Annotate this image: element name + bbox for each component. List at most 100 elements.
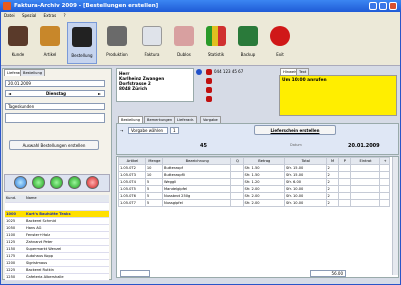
col-bezeichnung[interactable]: Bezeichnung bbox=[162, 157, 232, 165]
col-add[interactable]: + bbox=[379, 157, 390, 165]
cell-artikel: 1.05.0T2 bbox=[118, 164, 146, 172]
mobile-icon bbox=[206, 78, 212, 84]
menu-spezial[interactable]: Spezial bbox=[22, 13, 36, 18]
tool-exit[interactable]: Exit bbox=[265, 22, 295, 64]
tool-dublos[interactable]: Dublos bbox=[169, 22, 199, 64]
delete-record-icon[interactable] bbox=[86, 176, 99, 189]
phone-number: 044 123 45 67 bbox=[214, 69, 244, 74]
list-item-name: Kurt's Bauhütte Teaks bbox=[25, 210, 109, 218]
list-item[interactable]: 1150 Supermarkt Wenzel bbox=[5, 245, 109, 253]
list-item[interactable]: 1000 Kurt's Bauhütte Teaks bbox=[5, 210, 109, 218]
cell-total: Sfr. 10.00 bbox=[284, 185, 327, 193]
cell-menge: 10 bbox=[144, 171, 164, 179]
tool-backup[interactable]: Backup bbox=[233, 22, 263, 64]
menu-bar: Datei Spezial Extras ? bbox=[1, 12, 400, 20]
info-icon[interactable] bbox=[196, 69, 202, 75]
list-item[interactable]: 1050 Hans AG bbox=[5, 224, 109, 232]
order-grid: Artikel Menge Bezeichnung Q Betrag Total… bbox=[118, 157, 390, 207]
list-item[interactable]: 1225 Backerei Rutkin bbox=[5, 266, 109, 274]
cell-bezeichnung: Nussbrot 250g bbox=[162, 192, 232, 200]
tool-kunde[interactable]: Kunde bbox=[3, 22, 33, 64]
last-record-icon[interactable] bbox=[68, 176, 81, 189]
tab-vorgabe[interactable]: Vorgabe bbox=[200, 116, 221, 123]
weekday-field[interactable]: Dienstag bbox=[5, 90, 105, 97]
vorgabe-toggle[interactable]: Vorgabe wählen bbox=[128, 127, 168, 134]
close-button[interactable] bbox=[389, 2, 397, 10]
documents-icon bbox=[174, 26, 194, 46]
prev-day-arrow[interactable]: ◄ bbox=[8, 91, 11, 96]
list-item-name: Zahnarzt Peter bbox=[25, 238, 109, 246]
list-item[interactable]: 1200 Sigristmaus bbox=[5, 259, 109, 267]
next-record-icon[interactable] bbox=[50, 176, 63, 189]
col-m[interactable]: M bbox=[325, 157, 339, 165]
table-row[interactable]: 1.05.0T7 5 Nussgipfel Sfr. 2.00 Sfr. 10.00 2 bbox=[118, 199, 390, 207]
cell-menge: 10 bbox=[144, 164, 164, 172]
order-number: 45 bbox=[200, 143, 207, 149]
menu-extras[interactable]: Extras bbox=[44, 13, 57, 18]
date-field[interactable]: 20.01.2009 bbox=[5, 80, 105, 87]
create-orders-button[interactable]: Auswahl Bestellungen erstellen bbox=[9, 140, 99, 150]
cell-betrag: Sfr. 1.50 bbox=[242, 164, 286, 172]
tool-faktura[interactable]: Faktura bbox=[137, 22, 167, 64]
list-item[interactable]: 1100 Fenster+Holz bbox=[5, 231, 109, 239]
col-name-header[interactable]: Name bbox=[25, 195, 109, 203]
tool-bestellung[interactable]: Bestellung bbox=[67, 22, 97, 64]
col-eintrat[interactable]: Eintrat bbox=[349, 157, 381, 165]
cell-betrag: Sfr. 2.00 bbox=[242, 185, 286, 193]
list-item[interactable]: 1125 Zahnarzt Peter bbox=[5, 238, 109, 246]
address-line4: 8048 Zürich bbox=[119, 86, 148, 91]
col-menge[interactable]: Menge bbox=[144, 157, 164, 165]
list-item-name: Autohaus Kopp bbox=[25, 252, 109, 260]
col-betrag[interactable]: Betrag bbox=[242, 157, 286, 165]
tab-bestellung[interactable]: Bestellung bbox=[20, 69, 46, 76]
menu-datei[interactable]: Datei bbox=[4, 13, 15, 18]
col-p[interactable]: P bbox=[337, 157, 351, 165]
list-item[interactable]: 1250 Cafeteria Albershalle bbox=[5, 273, 109, 281]
list-item-nr: 1000 bbox=[5, 210, 25, 218]
cell-m: 2 bbox=[325, 199, 339, 207]
search-field[interactable] bbox=[5, 113, 105, 123]
create-delivery-note-button[interactable]: Lieferschein erstellen bbox=[254, 125, 336, 135]
col-total[interactable]: Total bbox=[284, 157, 327, 165]
tab-bemerkungen[interactable]: Bemerkungen bbox=[144, 116, 176, 123]
tool-statistik[interactable]: Statistik bbox=[201, 22, 231, 64]
table-row[interactable]: 1.05.0T5 5 Mandelgipfel Sfr. 2.00 Sfr. 10.00… bbox=[118, 185, 390, 193]
tool-artikel[interactable]: Artikel bbox=[35, 22, 65, 64]
tab-bestellung-mid[interactable]: Bestellung bbox=[118, 116, 144, 123]
list-item[interactable]: 1175 Autohaus Kopp bbox=[5, 252, 109, 260]
category-select[interactable]: Tageskunden bbox=[5, 103, 105, 110]
menu-help[interactable]: ? bbox=[63, 13, 65, 18]
truck-icon bbox=[72, 27, 92, 47]
cell-bezeichnung: Mandelgipfel bbox=[162, 185, 232, 193]
table-row[interactable]: 1.05.0T3 10 Butterzopfli Sfr. 1.50 Sfr. 15.0… bbox=[118, 171, 390, 179]
cell-betrag: Sfr. 2.00 bbox=[242, 192, 286, 200]
next-day-arrow[interactable]: ► bbox=[98, 91, 101, 96]
fax-icon bbox=[206, 87, 212, 93]
tab-text[interactable]: Text bbox=[296, 68, 310, 75]
list-item-name: Cafeteria Albershalle bbox=[25, 273, 109, 281]
table-row[interactable]: 1.05.0T6 5 Nussbrot 250g Sfr. 2.00 Sfr. 10.0… bbox=[118, 192, 390, 200]
prev-record-icon[interactable] bbox=[32, 176, 45, 189]
cell-menge: 5 bbox=[144, 178, 164, 186]
col-artikel[interactable]: Artikel bbox=[118, 157, 146, 165]
cell-bezeichnung: Butterzopfli bbox=[162, 171, 232, 179]
cell-artikel: 1.05.0T6 bbox=[118, 192, 146, 200]
list-item-nr: 1150 bbox=[5, 245, 25, 253]
table-row[interactable]: 1.05.0T2 10 Butterzopf Sfr. 1.50 Sfr. 15.00 2 bbox=[118, 164, 390, 172]
maximize-button[interactable] bbox=[379, 2, 387, 10]
toggle-arrow-icon[interactable]: → bbox=[120, 128, 123, 133]
col-q[interactable]: Q bbox=[230, 157, 244, 165]
tab-lieferadr[interactable]: Lieferadr. bbox=[174, 116, 197, 123]
qty-field[interactable]: 1 bbox=[170, 127, 179, 134]
col-kund-header[interactable]: Kund. bbox=[5, 195, 25, 203]
grid-scrollbar[interactable] bbox=[392, 157, 398, 275]
minimize-button[interactable] bbox=[369, 2, 377, 10]
first-record-icon[interactable] bbox=[14, 176, 27, 189]
tool-produktion[interactable]: Produktion bbox=[99, 22, 135, 64]
table-row[interactable]: 1.05.0T4 5 Weggli Sfr. 1.20 Sfr. 6.00 2 bbox=[118, 178, 390, 186]
tool-label: Artikel bbox=[43, 52, 57, 57]
filter-row[interactable] bbox=[5, 202, 109, 211]
cell-total: Sfr. 10.00 bbox=[284, 199, 327, 207]
note-area[interactable]: Um 10:00 anrufen bbox=[279, 75, 397, 116]
list-item[interactable]: 1025 Backerei Schmid bbox=[5, 217, 109, 225]
